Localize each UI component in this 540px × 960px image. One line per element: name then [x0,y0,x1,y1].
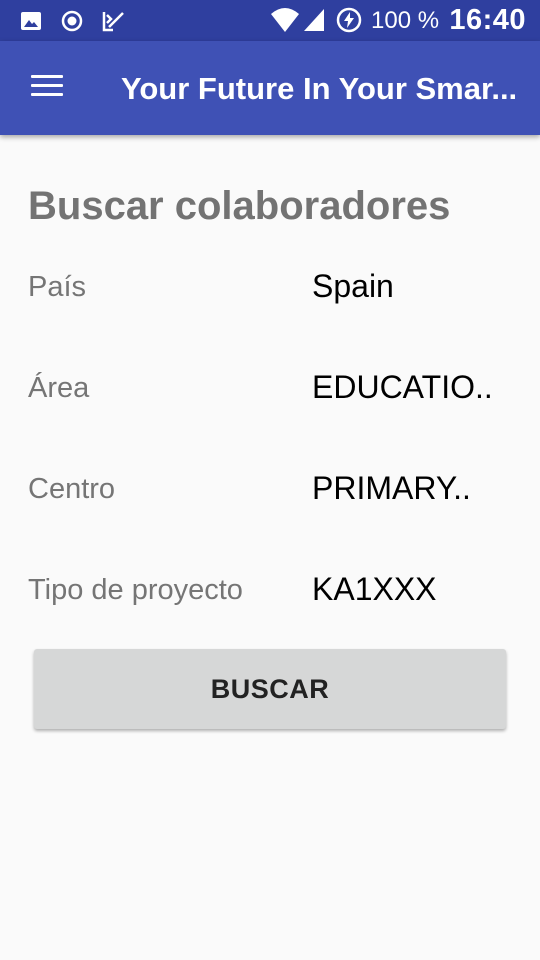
field-label-tipo-proyecto: Tipo de proyecto [28,574,243,606]
field-label-pais: País [28,271,87,303]
cell-signal-icon [304,9,324,31]
hamburger-menu-icon[interactable] [22,69,74,111]
field-value-area[interactable]: EDUCATIO.. [312,369,493,406]
field-label-area: Área [28,372,90,404]
wifi-icon [271,8,299,32]
status-bar: 100 % 16:40 [0,0,540,41]
image-icon [21,12,41,30]
checklist-icon [102,12,124,32]
battery-saver-icon [336,7,362,33]
field-value-tipo-proyecto[interactable]: KA1XXX [312,571,437,608]
search-button[interactable]: BUSCAR [34,649,506,729]
app-title: Your Future In Your Smar... [121,71,518,106]
page-title: Buscar colaboradores [28,184,451,228]
battery-percentage: 100 % [371,7,440,34]
field-value-centro[interactable]: PRIMARY.. [312,470,471,507]
app-bar: Your Future In Your Smar... [0,41,540,135]
field-value-pais[interactable]: Spain [312,268,394,305]
record-icon [61,10,83,32]
clock: 16:40 [449,4,526,36]
field-label-centro: Centro [28,473,116,505]
